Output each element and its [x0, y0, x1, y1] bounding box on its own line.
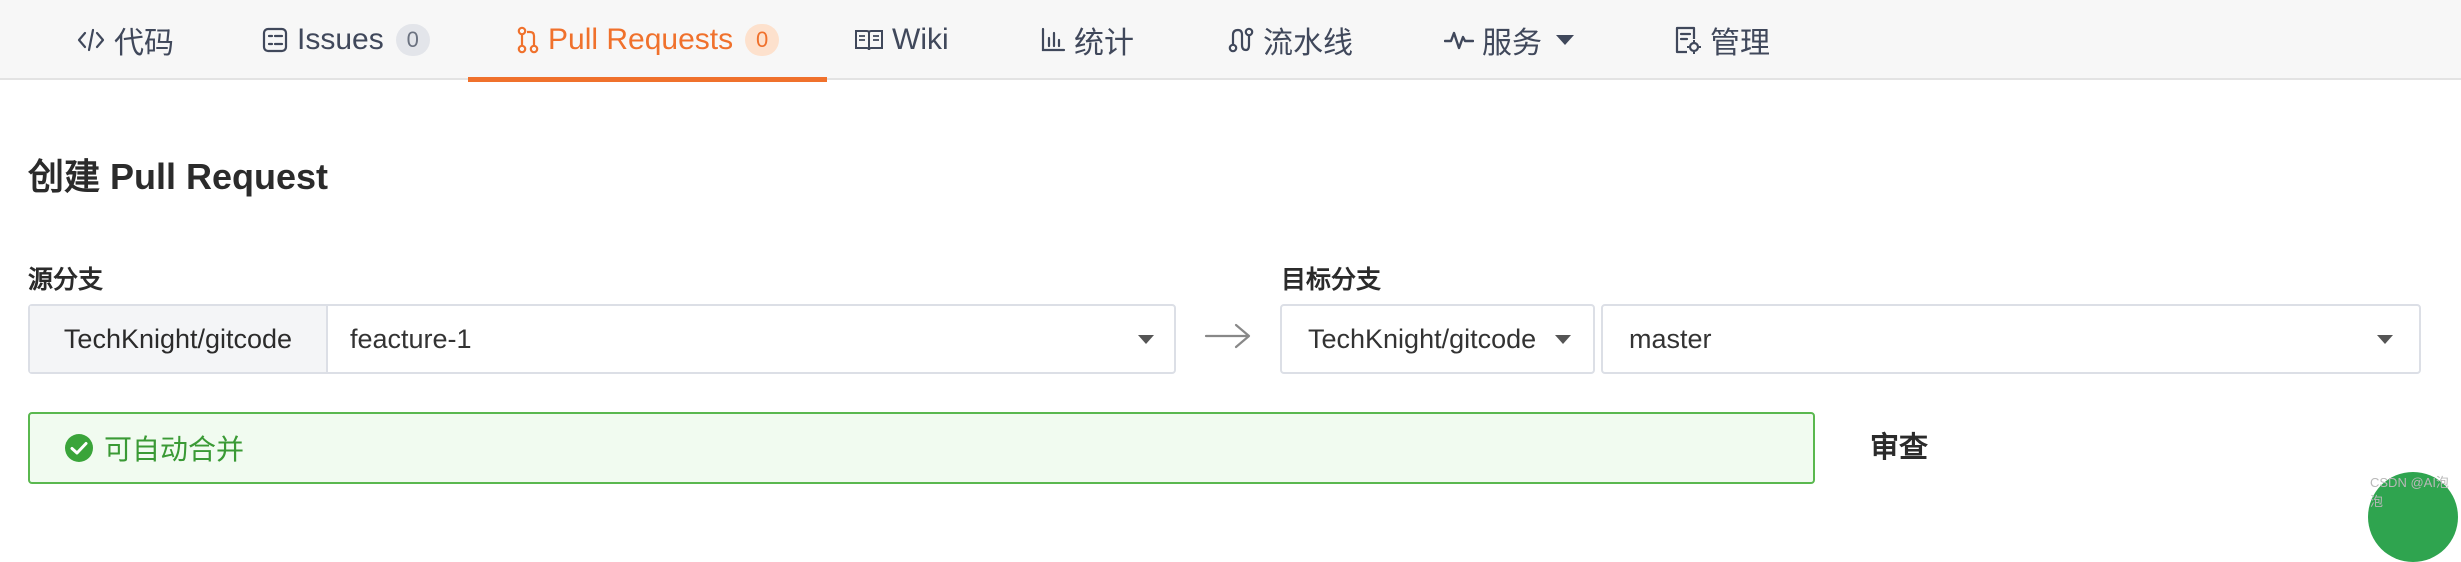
source-branch-label: 源分支 [28, 266, 104, 294]
target-branch-label: 目标分支 [1281, 266, 1382, 294]
tab-stats-label: 统计 [1074, 27, 1134, 60]
source-repo-addon: TechKnight/gitcode [30, 306, 328, 372]
target-branch-select[interactable]: master [1601, 304, 2421, 374]
issues-count-badge: 0 [395, 24, 430, 56]
settings-doc-icon [1674, 25, 1702, 55]
tab-services[interactable]: 服务 [1444, 0, 1574, 80]
tab-wiki-label: Wiki [892, 23, 949, 56]
tab-pipeline-label: 流水线 [1263, 27, 1353, 60]
watermark: CSDN @AI泡泡 [2370, 475, 2449, 509]
issues-icon [261, 26, 289, 54]
page-title: 创建 Pull Request [28, 156, 329, 197]
merge-status-alert: 可自动合并 [28, 412, 1815, 484]
target-repo-value: TechKnight/gitcode [1308, 323, 1537, 354]
chevron-down-icon [1556, 35, 1574, 45]
code-icon [76, 27, 106, 53]
chevron-down-icon [1555, 335, 1571, 344]
tab-wiki[interactable]: Wiki [854, 0, 949, 80]
bar-chart-icon [1040, 27, 1066, 53]
chevron-down-icon [1138, 335, 1154, 344]
tab-code-label: 代码 [114, 27, 174, 60]
tab-stats[interactable]: 统计 [1040, 0, 1134, 80]
chevron-down-icon [2377, 335, 2393, 344]
source-branch-select[interactable]: feacture-1 [328, 306, 1174, 372]
tab-manage[interactable]: 管理 [1674, 0, 1770, 80]
merge-status-text: 可自动合并 [104, 434, 245, 465]
check-circle-icon [64, 433, 94, 463]
pipeline-icon [1227, 26, 1255, 54]
pull-requests-count-badge: 0 [745, 24, 780, 56]
review-section-title: 审查 [1870, 432, 1929, 464]
book-icon [854, 28, 884, 52]
tab-pull-requests[interactable]: Pull Requests 0 [467, 0, 828, 82]
pulse-icon [1444, 28, 1474, 52]
repo-tab-bar: 代码 Issues 0 Pull Requests 0 Wiki 统计 流水线 [0, 0, 2461, 82]
source-branch-value: feacture-1 [350, 323, 472, 354]
tab-services-label: 服务 [1482, 27, 1542, 60]
tab-pull-requests-label: Pull Requests [548, 23, 734, 56]
tab-pipeline[interactable]: 流水线 [1227, 0, 1353, 80]
tab-issues[interactable]: Issues 0 [261, 0, 430, 80]
tab-code[interactable]: 代码 [76, 0, 174, 80]
pull-request-icon [516, 26, 540, 54]
target-branch-value: master [1629, 323, 1712, 354]
source-branch-group: TechKnight/gitcode feacture-1 [28, 304, 1176, 374]
tab-manage-label: 管理 [1710, 27, 1770, 60]
target-repo-select[interactable]: TechKnight/gitcode [1280, 304, 1595, 374]
tab-issues-label: Issues [297, 23, 384, 56]
arrow-right-icon [1204, 322, 1252, 355]
